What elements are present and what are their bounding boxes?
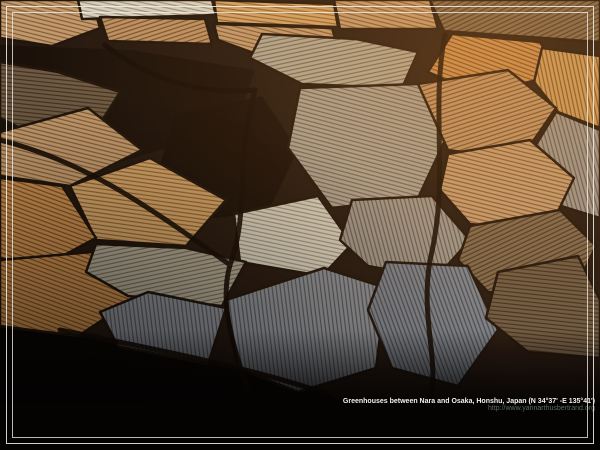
wallpaper-stage: Greenhouses between Nara and Osaka, Hons… — [0, 0, 600, 450]
caption-url: http://www.yannarthusbertrand.org — [343, 405, 595, 412]
photo-caption: Greenhouses between Nara and Osaka, Hons… — [343, 398, 595, 412]
aerial-photo — [0, 0, 600, 450]
caption-text: Greenhouses between Nara and Osaka, Hons… — [343, 398, 595, 405]
lighting-overlays — [0, 0, 600, 450]
